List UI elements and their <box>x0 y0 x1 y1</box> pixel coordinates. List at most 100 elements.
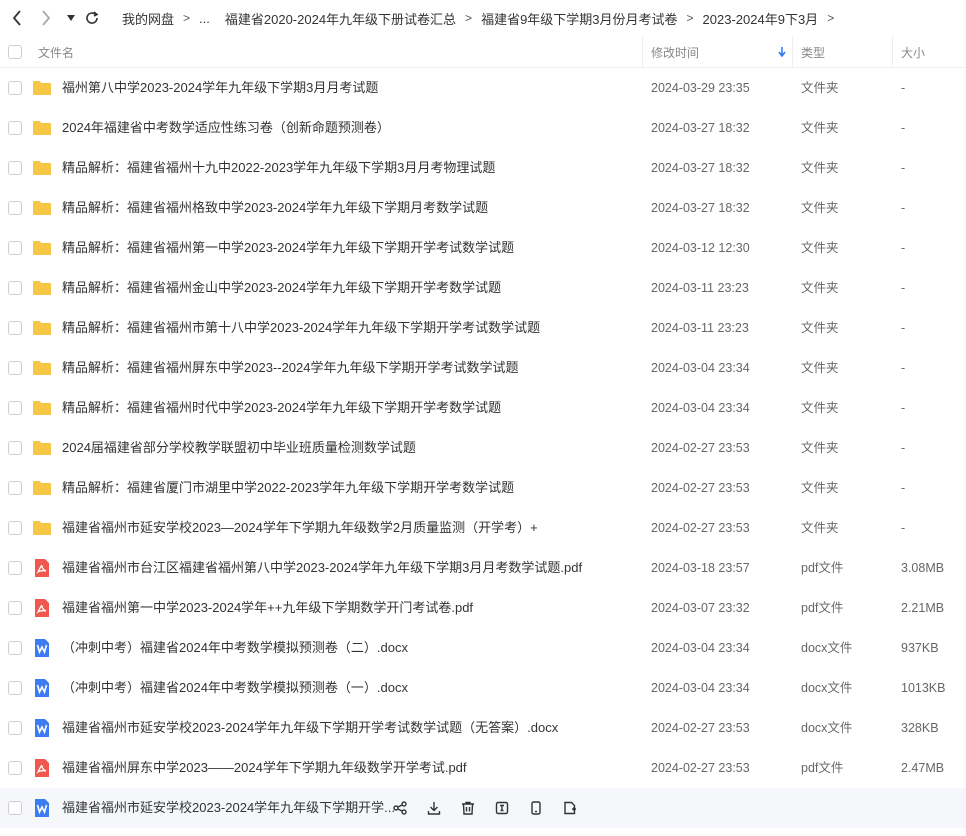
file-modified-date: 2024-03-18 23:57 <box>651 561 750 575</box>
file-name[interactable]: 精品解析：福建省福州金山中学2023-2024学年九年级下学期开学考数学试题 <box>62 268 501 308</box>
row-checkbox[interactable] <box>8 281 22 295</box>
file-size: - <box>901 121 906 135</box>
file-name[interactable]: 福建省福州屏东中学2023——2024学年下学期九年级数学开学考试.pdf <box>62 748 467 788</box>
breadcrumb-item-current[interactable]: 2023-2024年9下3月 <box>703 9 819 28</box>
file-row[interactable]: 精品解析：福建省福州时代中学2023-2024学年九年级下学期开学考数学试题 20… <box>0 388 966 428</box>
file-name[interactable]: 精品解析：福建省福州格致中学2023-2024学年九年级下学期月考数学试题 <box>62 188 488 228</box>
row-checkbox[interactable] <box>8 321 22 335</box>
file-row[interactable]: 精品解析：福建省福州金山中学2023-2024学年九年级下学期开学考数学试题 20… <box>0 268 966 308</box>
file-size: - <box>901 521 906 535</box>
row-checkbox[interactable] <box>8 761 22 775</box>
file-row[interactable]: 福建省福州市延安学校2023—2024学年下学期九年级数学2月质量监测（开学考）… <box>0 508 966 548</box>
row-checkbox[interactable] <box>8 801 22 815</box>
file-row[interactable]: 福建省福州第一中学2023-2024学年++九年级下学期数学开门考试卷.pdf 2… <box>0 588 966 628</box>
file-size: - <box>901 441 906 455</box>
row-checkbox[interactable] <box>8 521 22 535</box>
column-header-modified[interactable]: 修改时间 <box>651 36 699 68</box>
row-checkbox[interactable] <box>8 481 22 495</box>
file-modified-date: 2024-03-12 12:30 <box>651 241 750 255</box>
file-modified-date: 2024-02-27 23:53 <box>651 481 750 495</box>
phone-icon[interactable] <box>526 798 546 818</box>
file-row[interactable]: 福建省福州市延安学校2023-2024学年九年级下学期开学... <box>0 788 966 828</box>
file-row[interactable]: 精品解析：福建省福州屏东中学2023--2024学年九年级下学期开学考试数学试题… <box>0 348 966 388</box>
file-name[interactable]: （冲刺中考）福建省2024年中考数学模拟预测卷（二）.docx <box>62 628 408 668</box>
file-name[interactable]: 福建省福州市延安学校2023-2024学年九年级下学期开学... <box>62 788 395 828</box>
refresh-button[interactable] <box>83 9 101 27</box>
file-row[interactable]: 精品解析：福建省福州格致中学2023-2024学年九年级下学期月考数学试题 202… <box>0 188 966 228</box>
file-name[interactable]: 精品解析：福建省福州第一中学2023-2024学年九年级下学期开学考试数学试题 <box>62 228 514 268</box>
back-button[interactable] <box>8 9 26 27</box>
share-icon[interactable] <box>390 798 410 818</box>
folder-icon <box>32 398 52 418</box>
copy-icon[interactable] <box>560 798 580 818</box>
file-name[interactable]: 精品解析：福建省福州屏东中学2023--2024学年九年级下学期开学考试数学试题 <box>62 348 519 388</box>
file-name[interactable]: 精品解析：福建省福州时代中学2023-2024学年九年级下学期开学考数学试题 <box>62 388 501 428</box>
row-checkbox[interactable] <box>8 81 22 95</box>
file-modified-date: 2024-03-04 23:34 <box>651 641 750 655</box>
file-modified-date: 2024-02-27 23:53 <box>651 721 750 735</box>
row-checkbox[interactable] <box>8 681 22 695</box>
breadcrumb-item[interactable]: 我的网盘 <box>122 9 174 28</box>
row-checkbox[interactable] <box>8 641 22 655</box>
file-row[interactable]: 福建省福州市台江区福建省福州第八中学2023-2024学年九年级下学期3月月考数… <box>0 548 966 588</box>
select-all-checkbox[interactable] <box>8 45 22 59</box>
column-header-size[interactable]: 大小 <box>901 36 925 68</box>
folder-icon <box>32 358 52 378</box>
file-modified-date: 2024-03-07 23:32 <box>651 601 750 615</box>
file-name[interactable]: 精品解析：福建省厦门市湖里中学2022-2023学年九年级下学期开学考数学试题 <box>62 468 514 508</box>
row-checkbox[interactable] <box>8 561 22 575</box>
row-checkbox[interactable] <box>8 721 22 735</box>
file-row[interactable]: 精品解析：福建省福州市第十八中学2023-2024学年九年级下学期开学考试数学试… <box>0 308 966 348</box>
column-header-name[interactable]: 文件名 <box>38 36 74 68</box>
row-checkbox[interactable] <box>8 361 22 375</box>
file-name[interactable]: 2024届福建省部分学校教学联盟初中毕业班质量检测数学试题 <box>62 428 416 468</box>
breadcrumb-separator: > <box>686 11 694 25</box>
file-modified-date: 2024-03-04 23:34 <box>651 361 750 375</box>
rename-icon[interactable] <box>492 798 512 818</box>
file-name[interactable]: 福建省福州市延安学校2023-2024学年九年级下学期开学考试数学试题（无答案）… <box>62 708 558 748</box>
file-row[interactable]: 精品解析：福建省福州第一中学2023-2024学年九年级下学期开学考试数学试题 2… <box>0 228 966 268</box>
column-header-type[interactable]: 类型 <box>801 36 825 68</box>
breadcrumb-separator: > <box>827 11 835 25</box>
file-name[interactable]: 2024年福建省中考数学适应性练习卷（创新命题预测卷） <box>62 108 390 148</box>
file-row[interactable]: 2024届福建省部分学校教学联盟初中毕业班质量检测数学试题 2024-02-27 … <box>0 428 966 468</box>
file-name[interactable]: 福建省福州市延安学校2023—2024学年下学期九年级数学2月质量监测（开学考）… <box>62 508 538 548</box>
breadcrumb-item[interactable]: 福建省9年级下学期3月份月考试卷 <box>481 9 677 28</box>
row-checkbox[interactable] <box>8 201 22 215</box>
file-modified-date: 2024-03-11 23:23 <box>651 281 749 295</box>
file-row[interactable]: 精品解析：福建省厦门市湖里中学2022-2023学年九年级下学期开学考数学试题 2… <box>0 468 966 508</box>
download-icon[interactable] <box>424 798 444 818</box>
history-dropdown-button[interactable] <box>62 9 80 27</box>
file-name[interactable]: 精品解析：福建省福州十九中2022-2023学年九年级下学期3月月考物理试题 <box>62 148 495 188</box>
file-type: 文件夹 <box>801 121 839 135</box>
row-checkbox[interactable] <box>8 601 22 615</box>
folder-icon <box>32 198 52 218</box>
breadcrumb-item[interactable]: 福建省2020-2024年九年级下册试卷汇总 <box>225 9 456 28</box>
file-row[interactable]: 2024年福建省中考数学适应性练习卷（创新命题预测卷） 2024-03-27 18… <box>0 108 966 148</box>
row-checkbox[interactable] <box>8 161 22 175</box>
file-row[interactable]: （冲刺中考）福建省2024年中考数学模拟预测卷（二）.docx 2024-03-0… <box>0 628 966 668</box>
file-modified-date: 2024-02-27 23:53 <box>651 761 750 775</box>
sort-desc-icon[interactable] <box>778 36 786 68</box>
file-row[interactable]: 福建省福州屏东中学2023——2024学年下学期九年级数学开学考试.pdf 202… <box>0 748 966 788</box>
row-checkbox[interactable] <box>8 121 22 135</box>
folder-icon <box>32 518 52 538</box>
row-checkbox[interactable] <box>8 241 22 255</box>
file-name[interactable]: 福州第八中学2023-2024学年九年级下学期3月月考试题 <box>62 68 378 108</box>
file-row[interactable]: 福州第八中学2023-2024学年九年级下学期3月月考试题 2024-03-29 … <box>0 68 966 108</box>
file-row[interactable]: 精品解析：福建省福州十九中2022-2023学年九年级下学期3月月考物理试题 20… <box>0 148 966 188</box>
word-doc-icon <box>32 798 52 818</box>
file-name[interactable]: 精品解析：福建省福州市第十八中学2023-2024学年九年级下学期开学考试数学试… <box>62 308 540 348</box>
forward-button[interactable] <box>37 9 55 27</box>
file-name[interactable]: 福建省福州第一中学2023-2024学年++九年级下学期数学开门考试卷.pdf <box>62 588 473 628</box>
file-name[interactable]: 福建省福州市台江区福建省福州第八中学2023-2024学年九年级下学期3月月考数… <box>62 548 582 588</box>
row-checkbox[interactable] <box>8 401 22 415</box>
file-type: pdf文件 <box>801 561 844 575</box>
file-name[interactable]: （冲刺中考）福建省2024年中考数学模拟预测卷（一）.docx <box>62 668 408 708</box>
file-row[interactable]: （冲刺中考）福建省2024年中考数学模拟预测卷（一）.docx 2024-03-0… <box>0 668 966 708</box>
row-checkbox[interactable] <box>8 441 22 455</box>
breadcrumb-item[interactable]: ... <box>199 11 210 26</box>
refresh-icon <box>86 11 99 24</box>
file-row[interactable]: 福建省福州市延安学校2023-2024学年九年级下学期开学考试数学试题（无答案）… <box>0 708 966 748</box>
delete-icon[interactable] <box>458 798 478 818</box>
